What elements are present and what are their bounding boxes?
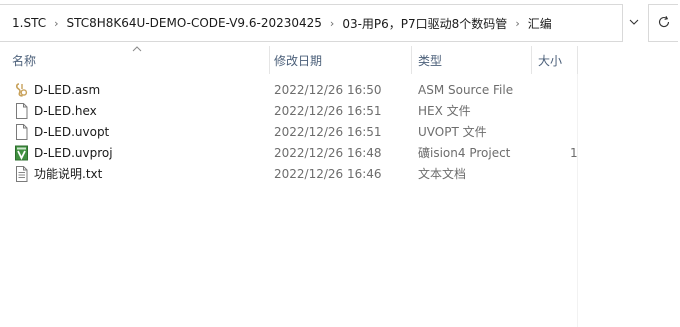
file-type: 礦ision4 Project	[418, 146, 511, 160]
file-type: 文本文档	[418, 167, 467, 181]
file-name[interactable]: 功能说明.txt	[34, 164, 264, 185]
breadcrumb-separator[interactable]: ›	[324, 17, 340, 30]
file-date: 2022/12/26 16:51	[274, 125, 382, 139]
file-name[interactable]: D-LED.asm	[34, 80, 264, 101]
keil-project-icon	[15, 145, 28, 161]
column-divider[interactable]	[411, 46, 412, 74]
file-type: HEX 文件	[418, 104, 471, 118]
column-header-size[interactable]: 大小	[534, 44, 578, 74]
breadcrumb-separator[interactable]: ›	[509, 17, 525, 30]
column-divider[interactable]	[577, 46, 578, 74]
blank-file-icon	[16, 103, 28, 119]
breadcrumb-item-1stc[interactable]: 1.STC	[0, 16, 48, 30]
breadcrumb-item-project-folder[interactable]: 03-用P6，P7口驱动8个数码管	[340, 15, 509, 32]
file-date: 2022/12/26 16:50	[274, 83, 382, 97]
file-size: 1	[570, 146, 578, 160]
file-type: UVOPT 文件	[418, 125, 487, 139]
file-row[interactable]: D-LED.uvopt 2022/12/26 16:51 UVOPT 文件	[0, 122, 680, 143]
refresh-button[interactable]	[648, 4, 678, 42]
file-size	[570, 80, 580, 101]
file-size	[570, 122, 580, 143]
file-size	[570, 101, 580, 122]
address-bar[interactable]: 1.STC › STC8H8K64U-DEMO-CODE-V9.6-202304…	[0, 4, 623, 42]
file-name[interactable]: D-LED.hex	[34, 101, 264, 122]
asm-file-icon	[15, 83, 28, 97]
file-size	[570, 164, 580, 185]
blank-file-icon	[16, 124, 28, 140]
column-header-date[interactable]: 修改日期	[270, 44, 411, 74]
file-row[interactable]: D-LED.asm 2022/12/26 16:50 ASM Source Fi…	[0, 80, 680, 101]
column-header-row: 名称 修改日期 类型 大小	[0, 44, 680, 74]
text-file-icon	[16, 166, 28, 182]
column-header-type[interactable]: 类型	[414, 44, 532, 74]
refresh-icon	[657, 15, 671, 32]
file-explorer-window: 1.STC › STC8H8K64U-DEMO-CODE-V9.6-202304…	[0, 0, 680, 327]
breadcrumb-item-current[interactable]: 汇编	[526, 15, 554, 32]
address-bar-row: 1.STC › STC8H8K64U-DEMO-CODE-V9.6-202304…	[0, 0, 680, 44]
file-list: D-LED.asm 2022/12/26 16:50 ASM Source Fi…	[0, 80, 680, 185]
file-type: ASM Source File	[418, 83, 514, 97]
file-name[interactable]: D-LED.uvproj	[34, 143, 264, 164]
file-row[interactable]: D-LED.hex 2022/12/26 16:51 HEX 文件	[0, 101, 680, 122]
file-date: 2022/12/26 16:46	[274, 167, 382, 181]
file-date: 2022/12/26 16:51	[274, 104, 382, 118]
file-date: 2022/12/26 16:48	[274, 146, 382, 160]
breadcrumb-item-demo-code[interactable]: STC8H8K64U-DEMO-CODE-V9.6-20230425	[64, 16, 323, 30]
file-row[interactable]: 功能说明.txt 2022/12/26 16:46 文本文档	[0, 164, 680, 185]
sort-ascending-icon	[132, 46, 142, 52]
file-row[interactable]: D-LED.uvproj 2022/12/26 16:48 礦ision4 Pr…	[0, 143, 680, 164]
column-divider[interactable]	[531, 46, 532, 74]
chevron-down-icon[interactable]	[626, 12, 642, 32]
file-name[interactable]: D-LED.uvopt	[34, 122, 264, 143]
breadcrumb-separator[interactable]: ›	[48, 17, 64, 30]
